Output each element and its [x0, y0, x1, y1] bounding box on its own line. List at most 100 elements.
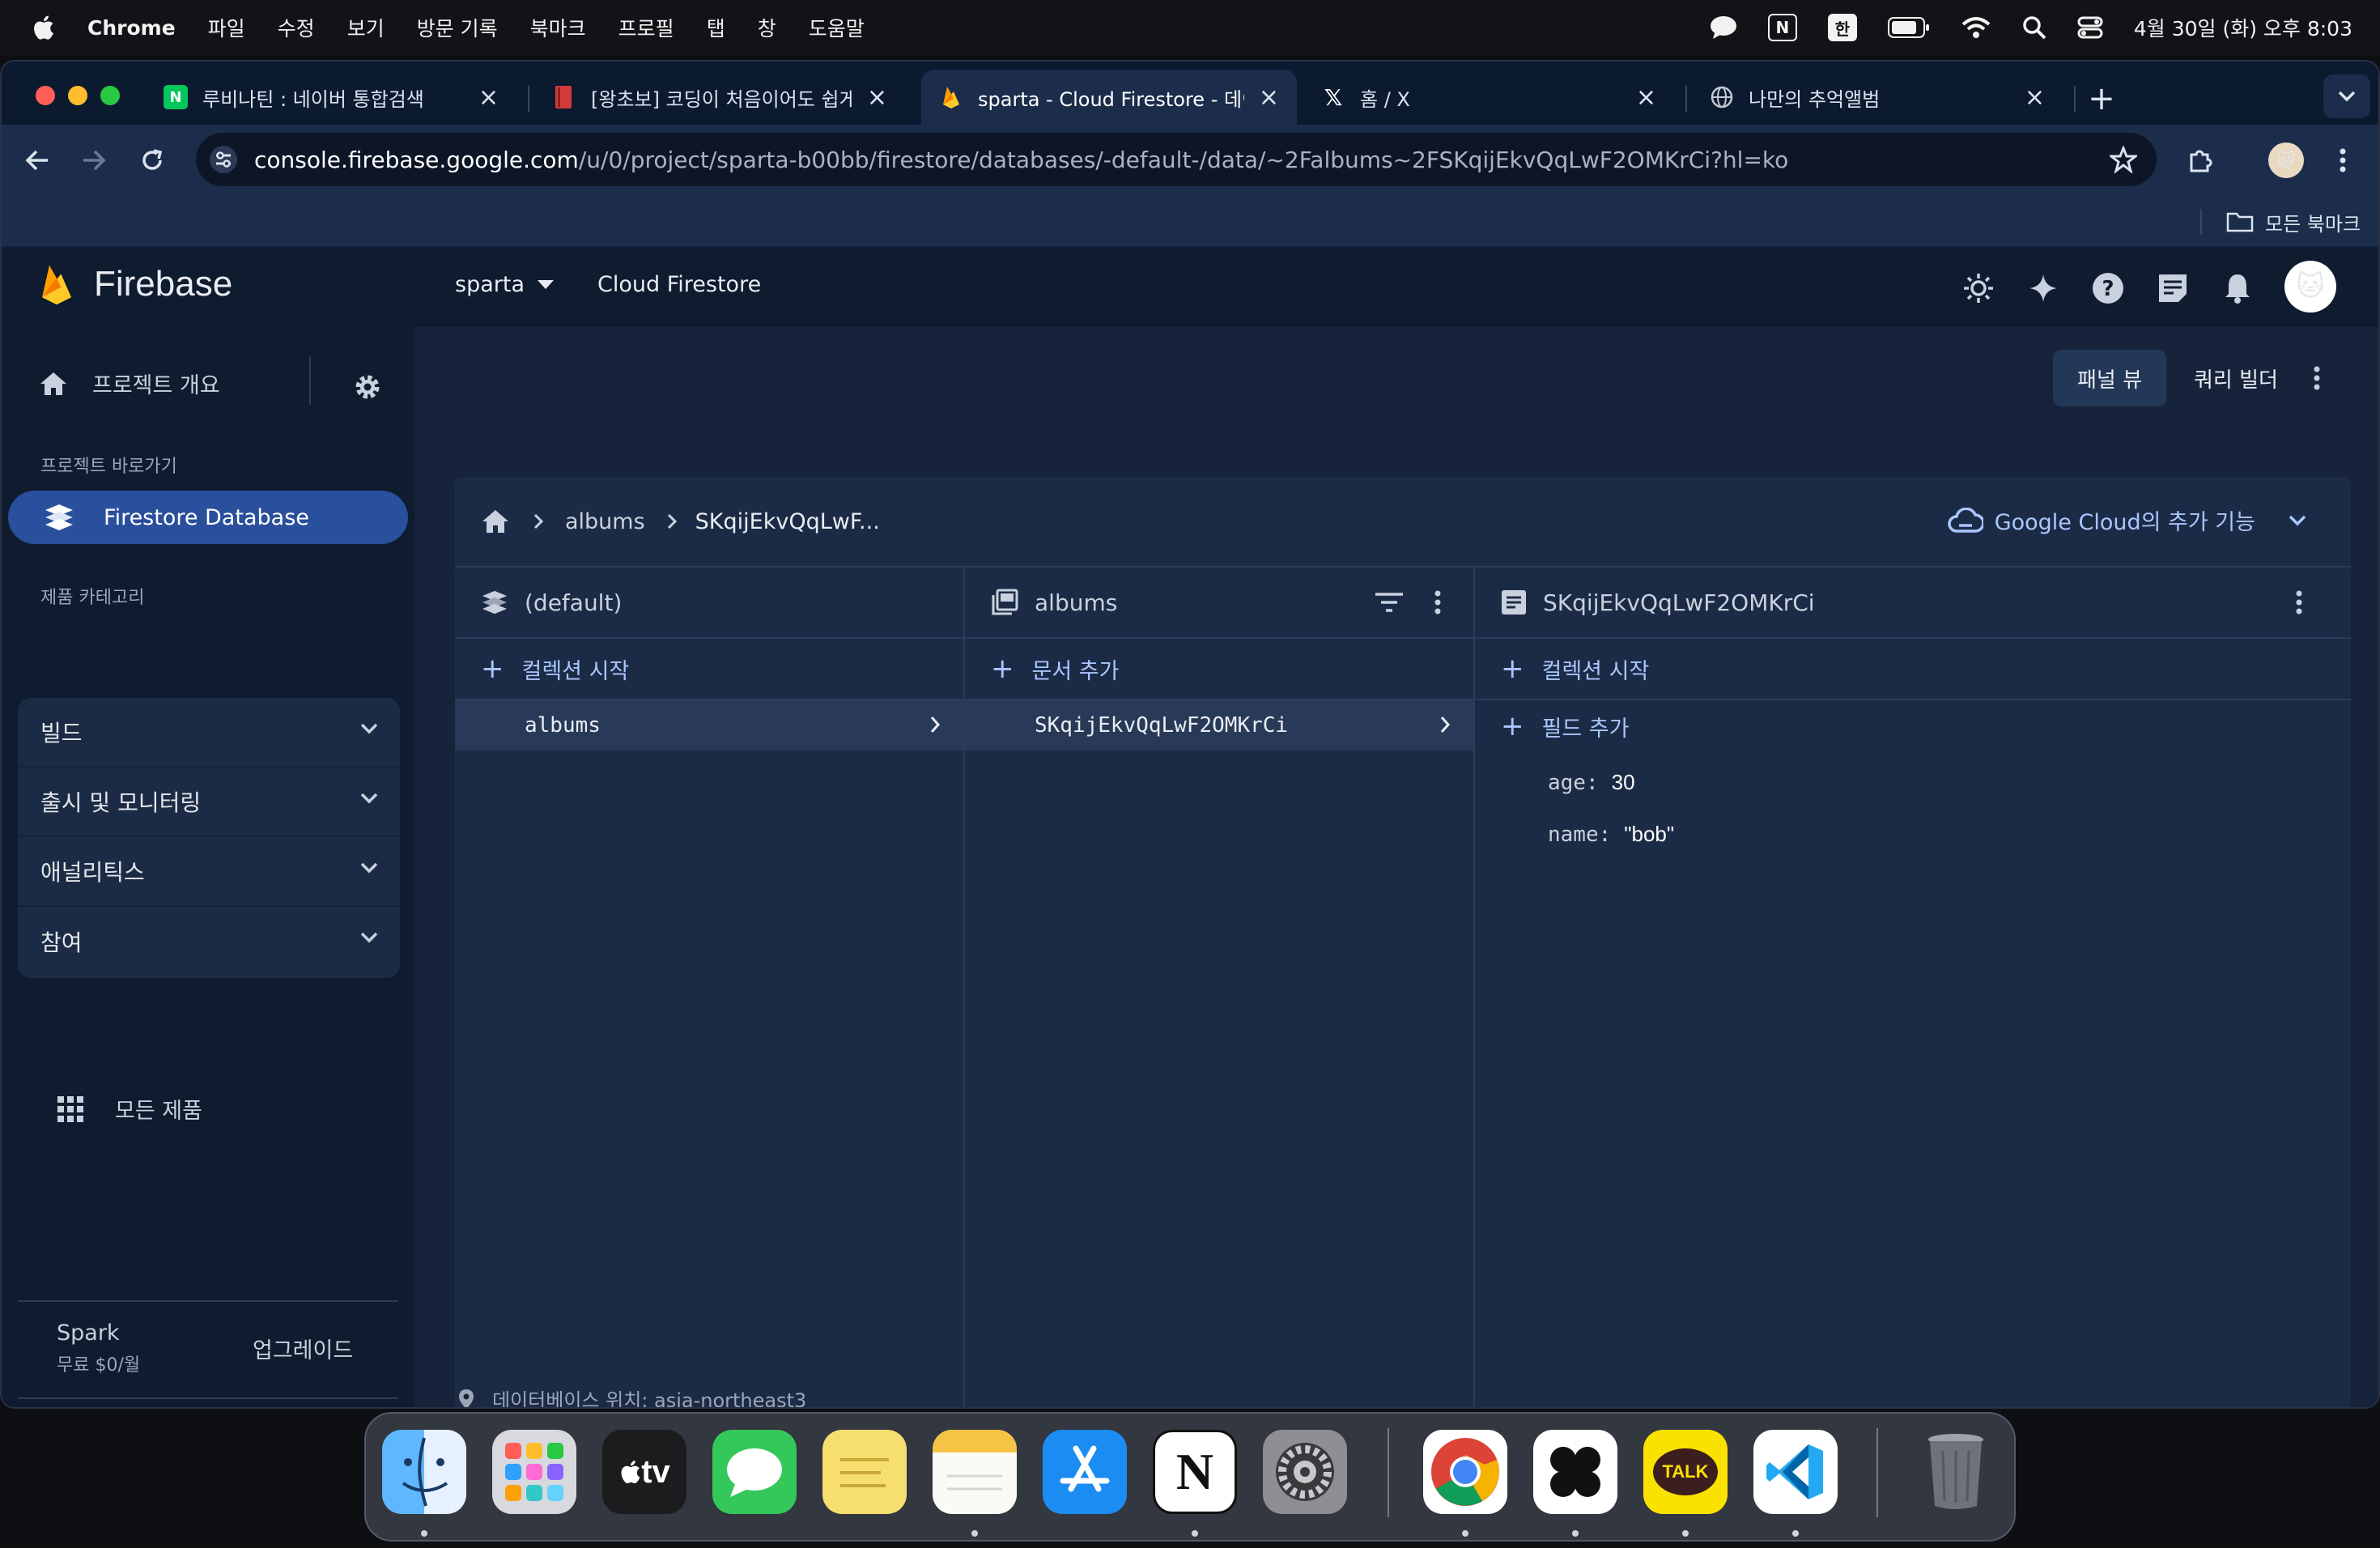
menu-tab[interactable]: 탭 [707, 13, 725, 42]
notifications-button[interactable] [2215, 266, 2260, 311]
chevron-down-icon [360, 862, 378, 874]
home-icon[interactable] [481, 508, 510, 534]
filter-icon[interactable] [1375, 592, 1404, 613]
tab-coding-course[interactable]: [왕초보] 코딩이 처음이어도 쉽게 배 × [534, 70, 905, 125]
notes-icon[interactable] [933, 1430, 1017, 1514]
breadcrumb-document[interactable]: SKqijEkvQqLwF... [695, 509, 880, 534]
spotlight-search-icon[interactable] [2022, 15, 2046, 40]
new-tab-button[interactable]: + [2080, 78, 2123, 120]
project-overview-link[interactable]: 프로젝트 개요 [39, 368, 220, 399]
release-notes-button[interactable] [2150, 266, 2195, 311]
category-release-monitor[interactable]: 출시 및 모니터링 [18, 768, 400, 837]
close-tab-icon[interactable]: × [2025, 83, 2045, 112]
close-tab-icon[interactable]: × [478, 83, 499, 112]
messages-icon[interactable] [712, 1430, 797, 1514]
control-center-icon[interactable] [2077, 15, 2103, 40]
system-settings-icon[interactable] [1263, 1430, 1347, 1514]
app-menu-chrome[interactable]: Chrome [87, 16, 176, 40]
google-cloud-features[interactable]: Google Cloud의 추가 기능 [1947, 504, 2307, 536]
breadcrumb-collection[interactable]: albums [565, 509, 645, 534]
all-products-link[interactable]: 모든 제품 [57, 1093, 202, 1125]
chrome-icon[interactable] [1423, 1430, 1507, 1514]
menu-bookmarks[interactable]: 북마크 [530, 13, 586, 42]
theme-toggle-button[interactable] [1956, 266, 2001, 311]
menu-view[interactable]: 보기 [347, 13, 385, 42]
field-row-name[interactable]: name: "bob" [1548, 822, 1674, 847]
messages-status-icon[interactable] [1710, 15, 1737, 40]
battery-icon[interactable] [1887, 17, 1930, 38]
category-analytics[interactable]: 애널리틱스 [18, 837, 400, 907]
sidebar-item-firestore[interactable]: Firestore Database [8, 491, 408, 544]
all-bookmarks-button[interactable]: 모든 북마크 [2226, 206, 2361, 238]
reload-button[interactable] [131, 139, 173, 181]
profile-avatar[interactable]: 🐱 [2268, 142, 2304, 178]
tab-firestore[interactable]: sparta - Cloud Firestore - 데이 × [921, 70, 1297, 125]
field-row-age[interactable]: age: 30 [1548, 770, 1635, 795]
apple-tv-icon[interactable]: tv [602, 1430, 686, 1514]
field-value: 30 [1611, 770, 1635, 794]
close-tab-icon[interactable]: × [1636, 83, 1656, 112]
site-info-icon[interactable] [209, 145, 238, 174]
input-method-indicator[interactable]: 한 [1827, 14, 1857, 41]
project-settings-button[interactable] [342, 361, 393, 413]
gemini-button[interactable] [2021, 266, 2066, 311]
launchpad-icon[interactable] [492, 1430, 576, 1514]
extensions-button[interactable] [2179, 139, 2221, 181]
minimize-window-button[interactable] [68, 86, 87, 105]
start-subcollection-button[interactable]: + 컬렉션 시작 [1475, 639, 2351, 700]
menu-edit[interactable]: 수정 [278, 13, 315, 42]
firebase-logo[interactable]: Firebase [39, 262, 232, 306]
panel-view-toggle[interactable]: 패널 뷰 [2053, 350, 2166, 406]
stickies-icon[interactable] [822, 1430, 907, 1514]
close-tab-icon[interactable]: × [1259, 83, 1279, 112]
address-bar[interactable]: console.firebase.google.com/u/0/project/… [196, 133, 2157, 186]
list-item[interactable]: SKqijEkvQqLwF2OMKrCi [965, 700, 1473, 751]
menu-window[interactable]: 창 [758, 13, 776, 42]
project-switcher[interactable]: sparta [455, 272, 554, 297]
add-document-button[interactable]: + 문서 추가 [965, 639, 1473, 700]
upgrade-button[interactable]: 업그레이드 [253, 1333, 353, 1364]
list-item[interactable]: albums [455, 700, 963, 751]
category-build[interactable]: 빌드 [18, 698, 400, 768]
more-vert-icon[interactable] [2296, 590, 2302, 615]
tab-naver-search[interactable]: N 루비나틴 : 네이버 통합검색 × [146, 70, 516, 125]
start-collection-button[interactable]: + 컬렉션 시작 [455, 639, 963, 700]
back-button[interactable] [16, 139, 58, 181]
menu-profile[interactable]: 프로필 [618, 13, 674, 42]
bookmark-star-icon[interactable] [2110, 146, 2137, 173]
finder-icon[interactable] [382, 1430, 466, 1514]
notion-status-icon[interactable]: N [1767, 14, 1797, 41]
running-indicator [1682, 1530, 1689, 1537]
close-tab-icon[interactable]: × [867, 83, 887, 112]
forward-button[interactable] [73, 139, 115, 181]
kakaotalk-icon[interactable]: TALK [1643, 1430, 1728, 1514]
notion-icon[interactable]: N [1153, 1430, 1237, 1514]
menu-history[interactable]: 방문 기록 [417, 13, 498, 42]
trash-icon[interactable] [1914, 1430, 1998, 1514]
tab-memory-album[interactable]: 나만의 추억앨범 × [1692, 70, 2063, 125]
wifi-icon[interactable] [1961, 15, 1991, 40]
vscode-icon[interactable] [1753, 1430, 1838, 1514]
tab-x-home[interactable]: 𝕏 홈 / X × [1303, 70, 1674, 125]
chrome-menu-button[interactable] [2327, 139, 2359, 181]
bookmarks-bar: 모든 북마크 [2, 196, 2378, 248]
menu-file[interactable]: 파일 [208, 13, 245, 42]
account-avatar[interactable]: 🐱 [2284, 261, 2336, 313]
figma-icon[interactable] [1533, 1430, 1617, 1514]
view-more-button[interactable] [2301, 358, 2333, 398]
cloud-icon [1947, 507, 1983, 533]
help-button[interactable]: ? [2085, 266, 2131, 311]
app-store-icon[interactable] [1043, 1430, 1127, 1514]
more-vert-icon[interactable] [1434, 590, 1441, 615]
close-window-button[interactable] [36, 86, 55, 105]
zoom-window-button[interactable] [100, 86, 120, 105]
tab-search-button[interactable] [2323, 74, 2370, 118]
category-engage[interactable]: 참여 [18, 907, 400, 976]
tab-title: 홈 / X [1360, 87, 1410, 111]
firebase-console: Firebase 프로젝트 개요 프로젝트 바로가기 Firestore Dat… [2, 248, 2378, 1407]
query-builder-toggle[interactable]: 쿼리 빌더 [2179, 350, 2293, 406]
menu-help[interactable]: 도움말 [809, 13, 865, 42]
menubar-clock[interactable]: 4월 30일 (화) 오후 8:03 [2134, 13, 2352, 42]
apple-icon[interactable] [31, 14, 55, 41]
add-field-button[interactable]: + 필드 추가 [1501, 710, 1629, 742]
